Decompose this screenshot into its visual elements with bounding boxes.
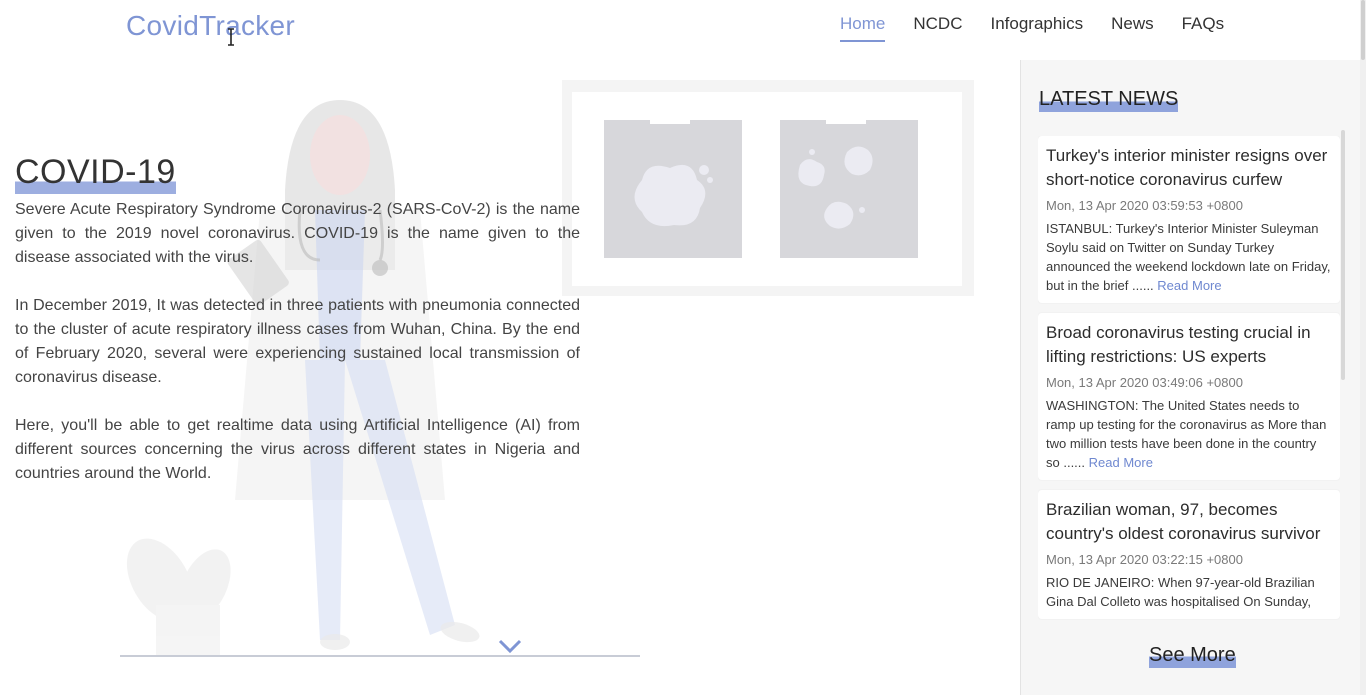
intro-section: COVID-19 Severe Acute Respiratory Syndro… bbox=[15, 150, 580, 510]
text-cursor-icon bbox=[228, 28, 234, 46]
news-date: Mon, 13 Apr 2020 03:22:15 +0800 bbox=[1046, 552, 1243, 567]
sidebar-title: LATEST NEWS bbox=[1039, 86, 1179, 112]
page-scrollbar[interactable] bbox=[1360, 0, 1366, 695]
news-summary: RIO DE JANEIRO: When 97-year-old Brazili… bbox=[1046, 573, 1332, 611]
section-divider bbox=[120, 655, 640, 657]
news-date: Mon, 13 Apr 2020 03:49:06 +0800 bbox=[1046, 375, 1243, 390]
news-sidebar: LATEST NEWS Turkey's interior minister r… bbox=[1020, 60, 1366, 695]
nav-faqs[interactable]: FAQs bbox=[1168, 0, 1239, 46]
intro-paragraph: Here, you'll be able to get realtime dat… bbox=[15, 417, 580, 482]
news-date: Mon, 13 Apr 2020 03:59:53 +0800 bbox=[1046, 198, 1243, 213]
news-summary: WASHINGTON: The United States needs to r… bbox=[1046, 396, 1332, 472]
news-headline[interactable]: Broad coronavirus testing crucial in lif… bbox=[1046, 321, 1332, 369]
page-title: COVID-19 bbox=[15, 150, 176, 194]
nav-infographics[interactable]: Infographics bbox=[976, 0, 1097, 46]
news-summary-text: RIO DE JANEIRO: When 97-year-old Brazili… bbox=[1046, 575, 1315, 609]
chevron-down-icon[interactable] bbox=[498, 638, 522, 654]
nav-ncdc[interactable]: NCDC bbox=[899, 0, 976, 46]
nav-home[interactable]: Home bbox=[826, 0, 899, 46]
see-more-button[interactable]: See More bbox=[1149, 642, 1236, 668]
news-headline[interactable]: Turkey's interior minister resigns over … bbox=[1046, 144, 1332, 192]
page-scrollbar-thumb[interactable] bbox=[1361, 0, 1365, 60]
news-summary: ISTANBUL: Turkey's Interior Minister Sul… bbox=[1046, 219, 1332, 295]
read-more-link[interactable]: Read More bbox=[1089, 455, 1153, 470]
read-more-link[interactable]: Read More bbox=[1157, 278, 1221, 293]
news-card[interactable]: Broad coronavirus testing crucial in lif… bbox=[1038, 313, 1340, 480]
nav-news[interactable]: News bbox=[1097, 0, 1168, 46]
news-list[interactable]: Turkey's interior minister resigns over … bbox=[1038, 136, 1340, 636]
news-headline[interactable]: Brazilian woman, 97, becomes country's o… bbox=[1046, 498, 1332, 546]
news-card[interactable]: Turkey's interior minister resigns over … bbox=[1038, 136, 1340, 303]
news-card[interactable]: Brazilian woman, 97, becomes country's o… bbox=[1038, 490, 1340, 619]
brand-logo[interactable]: CovidTracker bbox=[126, 10, 295, 42]
intro-paragraph: Severe Acute Respiratory Syndrome Corona… bbox=[15, 201, 580, 266]
main-nav: Home NCDC Infographics News FAQs bbox=[826, 0, 1238, 50]
virus-frames-illustration bbox=[562, 80, 974, 296]
intro-paragraph: In December 2019, It was detected in thr… bbox=[15, 297, 580, 386]
news-scrollbar[interactable] bbox=[1341, 130, 1345, 380]
